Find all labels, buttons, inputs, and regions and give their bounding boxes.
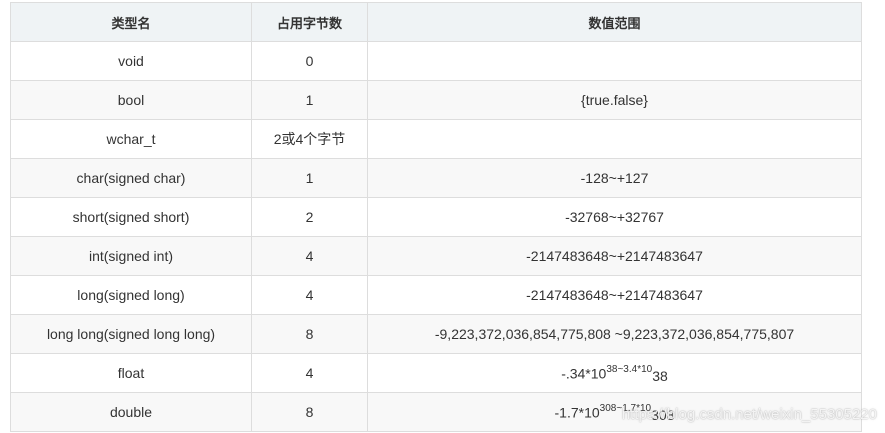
cell-range: -9,223,372,036,854,775,808 ~9,223,372,03…: [367, 314, 862, 354]
table-row: double 8 -1.7*10308~1.7*10308: [10, 392, 862, 432]
data-types-table: 类型名 占用字节数 数值范围 void 0 bool 1 {true.false…: [10, 2, 862, 432]
cell-range: -1.7*10308~1.7*10308: [367, 392, 862, 432]
table-row: int(signed int) 4 -2147483648~+214748364…: [10, 236, 862, 276]
cell-bytes: 4: [251, 353, 368, 393]
cell-bytes: 8: [251, 392, 368, 432]
cell-type: long long(signed long long): [10, 314, 252, 354]
cell-bytes: 1: [251, 80, 368, 120]
table-row: float 4 -.34*1038~3.4*1038: [10, 353, 862, 393]
range-tail: 38: [652, 368, 668, 385]
header-byte-size: 占用字节数: [251, 2, 368, 42]
cell-range: [367, 41, 862, 81]
cell-bytes: 2或4个字节: [251, 119, 368, 159]
cell-type: float: [10, 353, 252, 393]
range-exponent: 308~1.7*10: [599, 402, 652, 414]
cell-range: [367, 119, 862, 159]
range-base: -1.7*10: [554, 404, 600, 421]
cell-bytes: 4: [251, 275, 368, 315]
cell-range: -2147483648~+2147483647: [367, 275, 862, 315]
cell-bytes: 1: [251, 158, 368, 198]
cell-type: char(signed char): [10, 158, 252, 198]
range-tail: 308: [651, 407, 675, 424]
cell-bytes: 0: [251, 41, 368, 81]
table-row: char(signed char) 1 -128~+127: [10, 158, 862, 198]
table-row: void 0: [10, 41, 862, 81]
cell-type: short(signed short): [10, 197, 252, 237]
table-header-row: 类型名 占用字节数 数值范围: [10, 2, 862, 42]
cell-range: -32768~+32767: [367, 197, 862, 237]
table-row: short(signed short) 2 -32768~+32767: [10, 197, 862, 237]
cell-type: int(signed int): [10, 236, 252, 276]
range-base: -.34*10: [561, 365, 607, 382]
header-type-name: 类型名: [10, 2, 252, 42]
table-row: bool 1 {true.false}: [10, 80, 862, 120]
cell-type: bool: [10, 80, 252, 120]
range-exponent: 38~3.4*10: [606, 363, 653, 375]
cell-range: -128~+127: [367, 158, 862, 198]
table-row: long(signed long) 4 -2147483648~+2147483…: [10, 275, 862, 315]
cell-bytes: 2: [251, 197, 368, 237]
cell-range: -2147483648~+2147483647: [367, 236, 862, 276]
table-row: wchar_t 2或4个字节: [10, 119, 862, 159]
cell-type: void: [10, 41, 252, 81]
cell-type: double: [10, 392, 252, 432]
cell-bytes: 8: [251, 314, 368, 354]
cell-range: -.34*1038~3.4*1038: [367, 353, 862, 393]
data-types-table-container: 类型名 占用字节数 数值范围 void 0 bool 1 {true.false…: [10, 2, 862, 432]
cell-bytes: 4: [251, 236, 368, 276]
cell-type: long(signed long): [10, 275, 252, 315]
cell-range: {true.false}: [367, 80, 862, 120]
table-row: long long(signed long long) 8 -9,223,372…: [10, 314, 862, 354]
header-value-range: 数值范围: [367, 2, 862, 42]
cell-type: wchar_t: [10, 119, 252, 159]
